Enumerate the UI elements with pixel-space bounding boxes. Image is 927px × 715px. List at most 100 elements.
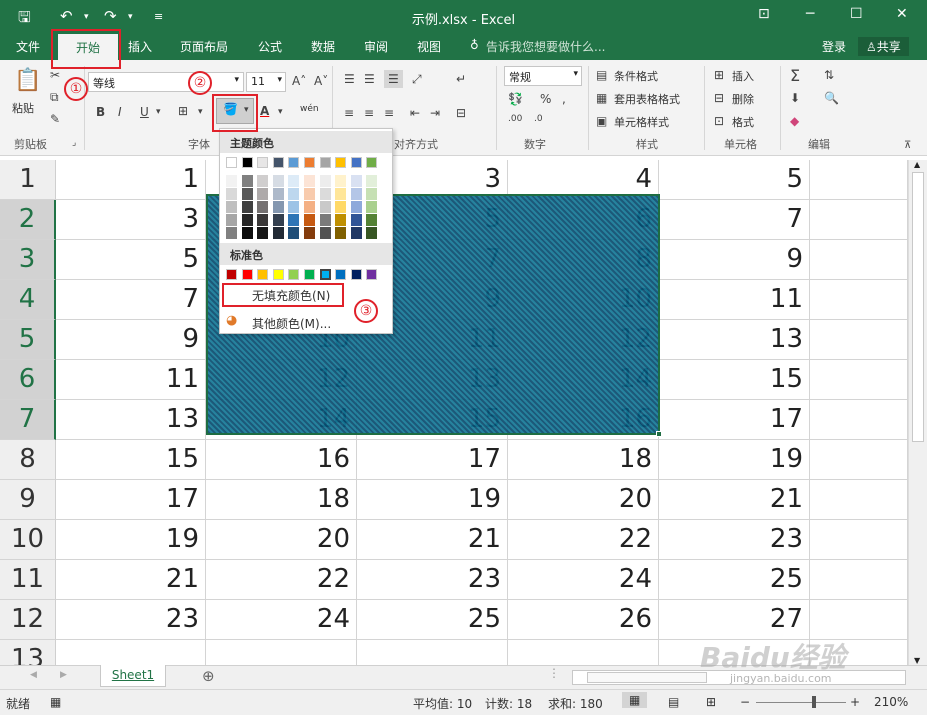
color-swatch[interactable]	[257, 157, 269, 168]
page-break-view-icon[interactable]: ⊞	[706, 695, 716, 709]
table-cell[interactable]: 13	[56, 400, 206, 440]
table-cell[interactable]	[810, 600, 908, 640]
row-header[interactable]: 5	[0, 320, 56, 360]
cut-icon[interactable]: ✂	[50, 68, 60, 82]
table-cell[interactable]: 15	[659, 360, 810, 400]
table-cell[interactable]	[810, 160, 908, 200]
color-swatch[interactable]	[319, 175, 331, 187]
vertical-scroll-thumb[interactable]	[912, 172, 924, 442]
color-swatch[interactable]	[319, 227, 331, 239]
scroll-down-icon[interactable]: ▼	[914, 656, 920, 665]
currency-icon[interactable]: 💱	[508, 92, 523, 106]
table-cell[interactable]: 9	[659, 240, 810, 280]
align-bottom-icon[interactable]: ☰	[384, 70, 403, 88]
add-sheet-icon[interactable]: ⊕	[202, 667, 215, 685]
delete-cells-button[interactable]: 删除	[732, 91, 754, 107]
tab-page-layout[interactable]: 页面布局	[180, 38, 228, 55]
table-cell[interactable]: 25	[357, 600, 508, 640]
color-swatch[interactable]	[304, 201, 315, 213]
color-swatch[interactable]	[366, 201, 378, 213]
table-cell[interactable]: 17	[56, 480, 206, 520]
row-header[interactable]: 8	[0, 440, 56, 480]
sort-filter-icon[interactable]: ⇅	[824, 68, 834, 82]
increase-font-icon[interactable]: A˄	[292, 74, 306, 88]
format-cells-button[interactable]: 格式	[732, 114, 754, 130]
color-swatch[interactable]	[226, 269, 237, 280]
table-cell[interactable]	[810, 320, 908, 360]
cell-style-button[interactable]: 单元格样式	[614, 114, 669, 130]
color-swatch[interactable]	[241, 188, 253, 200]
tab-formulas[interactable]: 公式	[258, 38, 282, 55]
row-header[interactable]: 3	[0, 240, 56, 280]
fill-down-icon[interactable]: ⬇	[790, 91, 800, 105]
scroll-up-icon[interactable]: ▲	[914, 160, 920, 169]
color-swatch[interactable]	[288, 201, 300, 213]
color-swatch[interactable]	[366, 157, 378, 168]
table-cell[interactable]: 22	[206, 560, 357, 600]
row-header[interactable]: 6	[0, 360, 56, 400]
horizontal-scroll-thumb[interactable]	[587, 672, 707, 683]
table-cell[interactable]	[810, 280, 908, 320]
table-cell[interactable]	[810, 360, 908, 400]
vertical-scrollbar[interactable]: ▲ ▼	[908, 160, 927, 665]
color-swatch[interactable]	[288, 214, 300, 226]
color-swatch[interactable]	[350, 175, 362, 187]
color-swatch[interactable]	[350, 188, 362, 200]
color-swatch[interactable]	[335, 269, 347, 280]
sheet-next-icon[interactable]: ▶	[60, 670, 67, 680]
table-cell[interactable]: 19	[659, 440, 810, 480]
color-swatch[interactable]	[335, 188, 347, 200]
table-cell[interactable]: 3	[56, 200, 206, 240]
table-cell[interactable]: 20	[206, 520, 357, 560]
fill-handle[interactable]	[656, 431, 662, 437]
tab-insert[interactable]: 插入	[128, 38, 152, 55]
orientation-icon[interactable]: ⤢	[412, 72, 422, 87]
insert-cells-button[interactable]: 插入	[732, 68, 754, 84]
color-swatch[interactable]	[304, 188, 315, 200]
table-cell[interactable]: 21	[357, 520, 508, 560]
ribbon-display-icon[interactable]: ⊡	[758, 6, 770, 22]
table-cell[interactable]: 15	[56, 440, 206, 480]
bold-button[interactable]: B	[96, 105, 105, 119]
minimize-icon[interactable]: ─	[806, 6, 814, 22]
color-swatch[interactable]	[288, 269, 300, 280]
table-format-button[interactable]: 套用表格格式	[614, 91, 680, 107]
zoom-out-icon[interactable]: −	[740, 695, 750, 709]
font-color-button[interactable]: A	[260, 104, 269, 118]
table-cell[interactable]: 21	[659, 480, 810, 520]
table-cell[interactable]: 9	[56, 320, 206, 360]
color-swatch[interactable]	[350, 227, 362, 239]
color-swatch[interactable]	[319, 201, 331, 213]
close-icon[interactable]: ✕	[896, 6, 908, 22]
table-cell[interactable]: 26	[508, 600, 659, 640]
color-swatch[interactable]	[304, 269, 315, 280]
color-swatch[interactable]	[272, 269, 284, 280]
color-swatch[interactable]	[272, 157, 284, 168]
table-cell[interactable]: 24	[206, 600, 357, 640]
sheet-prev-icon[interactable]: ◀	[30, 670, 37, 680]
color-swatch[interactable]	[335, 157, 347, 168]
color-swatch[interactable]	[241, 269, 253, 280]
color-swatch[interactable]	[288, 188, 300, 200]
table-cell[interactable]	[810, 520, 908, 560]
color-swatch[interactable]	[335, 227, 347, 239]
color-swatch[interactable]	[257, 188, 269, 200]
row-header[interactable]: 12	[0, 600, 56, 640]
table-cell[interactable]: 20	[508, 480, 659, 520]
normal-view-icon[interactable]: ▦	[622, 692, 648, 708]
decrease-font-icon[interactable]: A˅	[314, 74, 328, 88]
color-swatch[interactable]	[350, 214, 362, 226]
login-link[interactable]: 登录	[822, 38, 846, 55]
table-cell[interactable]: 18	[206, 480, 357, 520]
maximize-icon[interactable]: ☐	[850, 6, 863, 22]
table-cell[interactable]: 22	[508, 520, 659, 560]
decrease-decimal-icon[interactable]: .0	[534, 114, 543, 124]
chevron-down-icon[interactable]: ▾	[278, 107, 283, 117]
color-swatch[interactable]	[226, 188, 237, 200]
underline-button[interactable]: U	[140, 105, 149, 119]
clear-icon[interactable]: ◆	[790, 114, 799, 128]
color-swatch[interactable]	[319, 214, 331, 226]
outdent-icon[interactable]: ⇤	[410, 106, 420, 120]
color-swatch[interactable]	[288, 157, 300, 168]
collapse-ribbon-icon[interactable]: ⊼	[904, 140, 911, 151]
